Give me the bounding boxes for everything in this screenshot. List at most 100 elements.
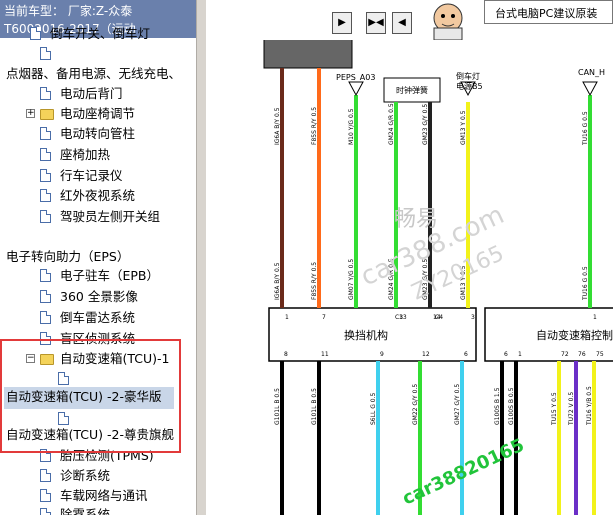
wire-label: F85S R/Y 0.5 — [311, 262, 318, 300]
wire-label: GM07 Y/G 0.5 — [348, 259, 355, 300]
advice-banner: 台式电脑PC建议原装 — [484, 0, 613, 24]
tree-item-label: 倒车开关、倒车灯 — [50, 26, 151, 41]
module-label: 换挡机构 — [344, 328, 388, 342]
wire-label: G100S B 1.5 — [494, 387, 501, 425]
back-button[interactable]: ◀ — [392, 12, 412, 34]
pin-number: 1 — [593, 314, 597, 321]
fit-button[interactable]: ▶◀ — [366, 12, 386, 34]
pin-number: 76 — [578, 351, 586, 358]
connector-label: 时钟弹簧 — [396, 85, 428, 95]
connector-arrow-icon — [348, 81, 364, 97]
document-icon — [40, 148, 51, 161]
pin-number: 3 — [471, 314, 475, 321]
tree-item[interactable]: 电动转向管柱 — [0, 124, 196, 144]
pin-number: 12 — [422, 351, 430, 358]
prev-page-button[interactable]: ▶ — [332, 12, 352, 34]
tree-item-label: 电子驻车（EPB） — [60, 268, 160, 283]
tree-item-label: 除雾系统 — [60, 507, 111, 515]
tree-item-label: 诊断系统 — [60, 468, 111, 483]
wire-label: TU16 G 0.5 — [582, 111, 589, 146]
tree-item[interactable]: 电动后背门 — [0, 84, 196, 104]
document-icon — [40, 189, 51, 202]
wire-label: GM13 Y 0.5 — [460, 110, 467, 145]
tree-item-label: 行车记录仪 — [60, 168, 123, 183]
pin-number: 14 — [433, 314, 441, 321]
tree-item-label: 红外夜视系统 — [60, 188, 136, 203]
wire-label: GM22 G/Y 0.5 — [412, 384, 419, 425]
tree-item[interactable]: 红外夜视系统 — [0, 186, 196, 206]
wire-label: GM24 G/R 0.5 — [388, 103, 395, 145]
pin-number: 9 — [380, 351, 384, 358]
module-label: 自动变速箱控制 — [536, 328, 613, 342]
panel-splitter[interactable] — [196, 0, 206, 515]
document-icon — [40, 311, 51, 324]
document-icon — [40, 87, 51, 100]
pin-number: 13 — [399, 314, 407, 321]
document-icon — [40, 508, 51, 515]
document-icon — [40, 210, 51, 223]
watermark-text: 畅易 — [394, 207, 438, 232]
connector-label: 电源B5 — [456, 81, 483, 91]
wire-label: G101L B 0.5 — [274, 388, 281, 425]
connector-label: 倒车灯 — [456, 71, 480, 81]
tree-item[interactable]: 驾驶员左侧开关组 — [0, 207, 196, 227]
tree-item-label: 驾驶员左侧开关组 — [60, 209, 161, 224]
wire-label: TU72 V 0.5 — [568, 392, 575, 426]
document-icon — [40, 469, 51, 482]
wire-label: G100S B 0.5 — [508, 387, 515, 425]
tree-item[interactable]: 座椅加热 — [0, 145, 196, 165]
pin-number: 1 — [285, 314, 289, 321]
wire-label: IG6A B/Y 0.5 — [274, 262, 281, 300]
tree-item-label: 电动转向管柱 — [60, 126, 136, 141]
tree-panel: 当前车型： 厂家:Z-众泰T6002016-2017（运动 版） 倒车开关、倒车… — [0, 0, 196, 515]
tree-item[interactable]: 倒车开关、倒车灯 — [0, 24, 196, 44]
tree-item[interactable]: + 电动座椅调节 — [0, 104, 196, 124]
mascot-icon — [418, 0, 478, 41]
pin-number: 72 — [561, 351, 569, 358]
wire-label: M10 Y/G 0.5 — [348, 108, 355, 145]
pin-number: 8 — [284, 351, 288, 358]
document-icon — [40, 47, 51, 60]
tree-item-label: 电动座椅调节 — [60, 106, 136, 121]
pin-number: 11 — [321, 351, 329, 358]
tree-item-label: 360 全景影像 — [60, 289, 138, 304]
tree-item[interactable]: 诊断系统 — [0, 466, 196, 486]
connector-label: PEPS_A03 — [336, 73, 375, 82]
connector-label: CAN_H — [578, 68, 605, 77]
tree-item[interactable]: 电子驻车（EPB） — [0, 266, 196, 286]
wire-label: G101L B 0.5 — [311, 388, 318, 425]
document-icon — [40, 489, 51, 502]
pin-number: 6 — [504, 351, 508, 358]
tree-item[interactable]: 电子转向助力（EPS） — [0, 247, 196, 267]
wire-label: TU16 Y/B 0.5 — [586, 386, 593, 426]
diagram-canvas: IG6A B/Y 0.5 IG6A B/Y 0.5 F85S R/Y 0.5 F85S… — [263, 12, 613, 515]
document-icon — [40, 169, 51, 182]
document-icon — [30, 27, 41, 40]
tree-item-label: 车载网络与通讯 — [60, 488, 148, 503]
wire-label: TU16 G 0.5 — [582, 266, 589, 301]
expand-icon[interactable]: + — [26, 109, 35, 118]
tree-item[interactable]: 点烟器、备用电源、无线充电、 — [0, 64, 196, 84]
document-icon — [40, 290, 51, 303]
tree-item-label: 倒车雷达系统 — [60, 310, 136, 325]
tree-item[interactable] — [0, 44, 196, 64]
annotation-red-box — [0, 339, 181, 453]
document-icon — [40, 269, 51, 282]
tree-item[interactable]: 车载网络与通讯 — [0, 486, 196, 506]
top-connector-block — [263, 37, 353, 69]
pin-number: 1 — [518, 351, 522, 358]
pin-number: 6 — [464, 351, 468, 358]
wire-label: TU15 Y 0.5 — [551, 392, 558, 426]
wire-label: F85S R/Y 0.5 — [311, 107, 318, 145]
tree-item[interactable]: 行车记录仪 — [0, 166, 196, 186]
tree-item[interactable]: 除雾系统 — [0, 505, 196, 515]
tree-item-label: 点烟器、备用电源、无线充电、 — [6, 66, 182, 81]
pin-number: 75 — [596, 351, 604, 358]
tree-item[interactable]: 360 全景影像 — [0, 287, 196, 307]
wire-label: GM23 G/Y 0.5 — [422, 104, 429, 145]
wiring-diagram: IG6A B/Y 0.5 IG6A B/Y 0.5 F85S R/Y 0.5 F85S… — [206, 0, 613, 515]
tree-item-label: 电动后背门 — [60, 86, 123, 101]
tree-item[interactable]: 倒车雷达系统 — [0, 308, 196, 328]
wire-label: S6LL G 0.5 — [370, 393, 377, 426]
tree-item-label: 座椅加热 — [60, 147, 111, 162]
